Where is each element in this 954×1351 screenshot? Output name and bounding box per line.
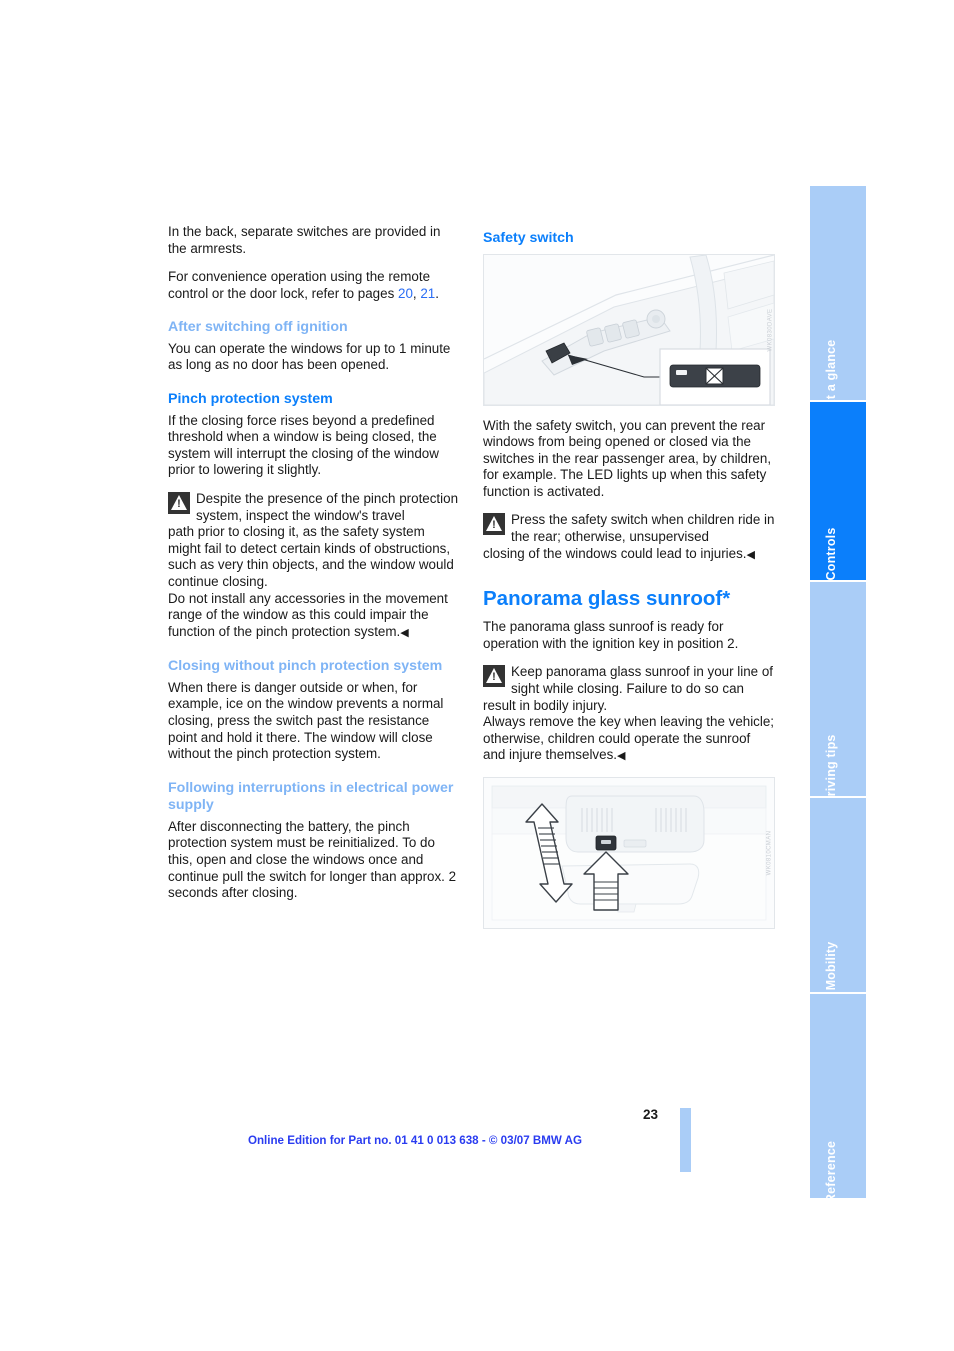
- warning-note-body-2: Always remove the key when leaving the v…: [483, 714, 775, 765]
- warning-triangle-icon: [483, 665, 505, 688]
- page-edge-marker: [680, 1108, 691, 1172]
- paragraph-safety-switch: With the safety switch, you can prevent …: [483, 417, 772, 499]
- sidebar-item-label: Reference: [824, 1140, 838, 1204]
- paragraph-closing-without-pinch-protection: When there is danger outside or when, fo…: [168, 679, 444, 762]
- door-panel-illustration: [484, 254, 774, 405]
- page-number: 23: [642, 1107, 658, 1122]
- warning-note-text: Always remove the key when leaving the v…: [483, 714, 775, 763]
- paragraph-convenience-operation: For convenience operation using the remo…: [168, 269, 460, 302]
- manual-page: At a glance Controls Driving tips Mobili…: [0, 0, 954, 1351]
- warning-note-lead: Press the safety switch when children ri…: [511, 512, 775, 545]
- warning-note-lead: Despite the presence of the pinch protec…: [196, 490, 459, 523]
- sidebar-item-label: Driving tips: [824, 734, 838, 806]
- right-text-column: Safety switch WK0830DAVE With the safety…: [483, 224, 775, 941]
- overhead-console-illustration: [484, 778, 774, 928]
- heading-after-switching-off-ignition: After switching off ignition: [168, 319, 348, 336]
- heading-following-interruptions-power: Following interruptions in electrical po…: [168, 779, 454, 814]
- paragraph-rear-switches: In the back, separate switches are provi…: [168, 224, 441, 256]
- warning-triangle-icon: [483, 513, 505, 536]
- page-title-panorama-glass-sunroof: Panorama glass sunroof*: [483, 587, 731, 611]
- paragraph-text-end: .: [435, 285, 439, 301]
- sidebar-item-label: Mobility: [824, 941, 838, 991]
- warning-note-body: path prior to closing it, as the safety …: [168, 524, 454, 589]
- warning-note-text: closing of the windows could lead to inj…: [483, 545, 747, 561]
- sidebar-item-label: At a glance: [824, 339, 838, 409]
- warning-note-body: closing of the windows could lead to inj…: [483, 546, 775, 564]
- warning-note-pinch-protection: Despite the presence of the pinch protec…: [168, 491, 460, 641]
- paragraph-text: For convenience operation using the remo…: [168, 269, 431, 301]
- sidebar-item-driving-tips[interactable]: Driving tips: [810, 582, 866, 806]
- end-of-note-marker: ◀: [616, 750, 626, 763]
- heading-closing-without-pinch-protection: Closing without pinch protection system: [168, 658, 443, 675]
- paragraph-after-switching-off-ignition: You can operate the windows for up to 1 …: [168, 340, 451, 373]
- warning-note-body: result in bodily injury.: [483, 697, 608, 713]
- sidebar-item-reference[interactable]: Reference: [810, 994, 866, 1203]
- warning-note-safety-switch: Press the safety switch when children ri…: [483, 512, 775, 563]
- warning-note-lead: Keep panorama glass sunroof in your line…: [511, 664, 774, 697]
- warning-triangle-icon: [168, 491, 190, 514]
- figure-reference-code: WK0810CMAN: [766, 830, 773, 876]
- warning-note-body-2: Do not install any accessories in the mo…: [168, 591, 460, 642]
- page-xref-21[interactable]: 21: [420, 286, 435, 301]
- paragraph-pinch-protection-system: If the closing force rises beyond a pred…: [168, 412, 439, 478]
- end-of-note-marker: ◀: [746, 548, 755, 561]
- sidebar-item-mobility[interactable]: Mobility: [810, 798, 866, 994]
- sidebar-item-at-a-glance[interactable]: At a glance: [810, 186, 866, 408]
- page-xref-20[interactable]: 20: [398, 286, 413, 301]
- end-of-note-marker: ◀: [400, 626, 409, 639]
- paragraph-following-interruptions-power: After disconnecting the battery, the pin…: [168, 818, 457, 901]
- figure-door-panel-safety-switch: WK0830DAVE: [483, 253, 775, 406]
- window-disabled-symbol: [705, 367, 724, 384]
- paragraph-panorama-sunroof: The panorama glass sunroof is ready for …: [483, 619, 739, 651]
- figure-reference-code: WK0830DAVE: [767, 308, 774, 351]
- warning-note-panorama-sunroof: Keep panorama glass sunroof in your line…: [483, 664, 775, 765]
- sidebar-item-label: Controls: [824, 527, 838, 581]
- heading-safety-switch: Safety switch: [483, 230, 574, 246]
- sidebar-item-controls[interactable]: Controls: [810, 402, 866, 582]
- heading-pinch-protection-system: Pinch protection system: [168, 391, 333, 408]
- footer-copyright-note: Online Edition for Part no. 01 41 0 013 …: [247, 1134, 583, 1147]
- section-tab-rail: At a glance Controls Driving tips Mobili…: [810, 186, 866, 1203]
- figure-overhead-console-sunroof-switch: WK0810CMAN: [483, 777, 775, 929]
- left-text-column: In the back, separate switches are provi…: [168, 224, 460, 914]
